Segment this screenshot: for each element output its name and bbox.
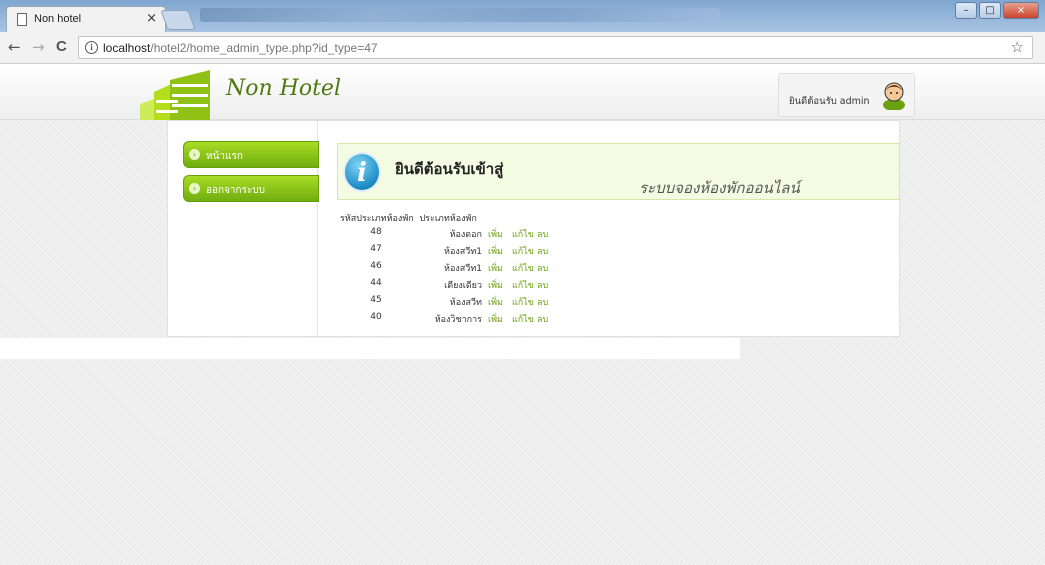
- room-type-name: ห้องวิชาการ: [434, 315, 482, 325]
- url-input[interactable]: i localhost/hotel2/home_admin_type.php?i…: [78, 36, 1033, 59]
- logo-text: Non Hotel: [226, 76, 341, 101]
- browser-tab[interactable]: Non hotel ×: [6, 6, 166, 32]
- browser-tabstrip: Non hotel × – □ ×: [0, 0, 1045, 32]
- address-bar: ← → C i localhost/hotel2/home_admin_type…: [0, 32, 1045, 64]
- room-type-name: ห้องสวีท1: [444, 247, 482, 257]
- bookmark-star-icon[interactable]: ☆: [1011, 38, 1024, 56]
- url-text: localhost/hotel2/home_admin_type.php?id_…: [103, 41, 378, 55]
- close-window-button[interactable]: ×: [1003, 2, 1039, 19]
- main-panel: i ยินดีต้อนรับเข้าสู่ ระบบจองห้องพักออนไ…: [318, 121, 900, 336]
- back-icon[interactable]: ←: [8, 38, 21, 56]
- delete-link[interactable]: ลบ: [537, 278, 548, 292]
- add-link[interactable]: เพิ่ม: [488, 278, 503, 292]
- delete-link[interactable]: ลบ: [537, 244, 548, 258]
- welcome-banner: i ยินดีต้อนรับเข้าสู่ ระบบจองห้องพักออนไ…: [337, 143, 900, 200]
- info-icon[interactable]: i: [85, 41, 98, 54]
- edit-link[interactable]: แก้ไข: [512, 295, 534, 309]
- room-type-id: 47: [370, 244, 382, 254]
- add-link[interactable]: เพิ่ม: [488, 261, 503, 275]
- room-type-name: ห้องสวีท1: [444, 264, 482, 274]
- tab-close-icon[interactable]: ×: [146, 11, 157, 26]
- maximize-button[interactable]: □: [979, 2, 1001, 19]
- add-link[interactable]: เพิ่ม: [488, 227, 503, 241]
- edit-link[interactable]: แก้ไข: [512, 227, 534, 241]
- delete-link[interactable]: ลบ: [537, 312, 548, 326]
- table-header: รหัสประเภทห้องพัก ประเภทห้องพัก: [340, 211, 477, 225]
- avatar: [883, 82, 905, 110]
- sidebar-item-home[interactable]: › หน้าแรก: [183, 141, 319, 168]
- page-background: Non Hotel ยินดีต้อนรับ admin › หน้าแรก ›…: [0, 64, 1045, 565]
- forward-icon[interactable]: →: [32, 38, 45, 56]
- content-container: › หน้าแรก › ออกจากระบบ i ยินดีต้อนรับเข้…: [167, 120, 900, 337]
- table-row: 46 ห้องสวีท1 เพิ่ม แก้ไข ลบ: [340, 261, 640, 277]
- delete-link[interactable]: ลบ: [537, 261, 548, 275]
- banner-subtitle: ระบบจองห้องพักออนไลน์: [639, 179, 800, 197]
- add-link[interactable]: เพิ่ม: [488, 295, 503, 309]
- table-row: 44 เตียงเดียว เพิ่ม แก้ไข ลบ: [340, 278, 640, 294]
- room-type-name: ห้องดอก: [449, 230, 482, 240]
- url-path: /hotel2/home_admin_type.php?id_type=47: [150, 41, 378, 55]
- edit-link[interactable]: แก้ไข: [512, 244, 534, 258]
- room-type-name: ห้องสวีท: [449, 298, 482, 308]
- sidebar-item-logout[interactable]: › ออกจากระบบ: [183, 175, 319, 202]
- tab-title: Non hotel: [34, 13, 82, 25]
- column-header-type: ประเภทห้องพัก: [419, 214, 477, 224]
- room-type-name: เตียงเดียว: [444, 281, 482, 291]
- room-type-id: 40: [370, 312, 382, 322]
- table-row: 48 ห้องดอก เพิ่ม แก้ไข ลบ: [340, 227, 640, 243]
- room-type-id: 45: [370, 295, 382, 305]
- minimize-button[interactable]: –: [955, 2, 977, 19]
- delete-link[interactable]: ลบ: [537, 227, 548, 241]
- edit-link[interactable]: แก้ไข: [512, 312, 534, 326]
- sidebar: › หน้าแรก › ออกจากระบบ: [168, 121, 319, 336]
- info-icon: i: [343, 152, 381, 192]
- info-glyph: i: [357, 158, 367, 188]
- column-header-id: รหัสประเภทห้องพัก: [340, 214, 414, 224]
- sidebar-item-label: หน้าแรก: [206, 151, 243, 162]
- edit-link[interactable]: แก้ไข: [512, 261, 534, 275]
- delete-link[interactable]: ลบ: [537, 295, 548, 309]
- hotel-logo-icon: [140, 70, 210, 120]
- edit-link[interactable]: แก้ไข: [512, 278, 534, 292]
- footer-strip: [0, 338, 740, 359]
- room-type-id: 44: [370, 278, 382, 288]
- banner-title: ยินดีต้อนรับเข้าสู่: [395, 160, 504, 178]
- page-icon: [17, 13, 27, 26]
- table-row: 45 ห้องสวีท เพิ่ม แก้ไข ลบ: [340, 295, 640, 311]
- background-blur: [200, 8, 720, 22]
- room-type-id: 48: [370, 227, 382, 237]
- sidebar-item-label: ออกจากระบบ: [206, 185, 266, 196]
- user-welcome-box: ยินดีต้อนรับ admin: [778, 73, 915, 117]
- url-host: localhost: [103, 41, 151, 55]
- table-row: 40 ห้องวิชาการ เพิ่ม แก้ไข ลบ: [340, 312, 640, 328]
- table-row: 47 ห้องสวีท1 เพิ่ม แก้ไข ลบ: [340, 244, 640, 260]
- arrow-bullet-icon: ›: [189, 183, 200, 194]
- arrow-bullet-icon: ›: [189, 149, 200, 160]
- add-link[interactable]: เพิ่ม: [488, 312, 503, 326]
- window-controls: – □ ×: [955, 2, 1039, 19]
- add-link[interactable]: เพิ่ม: [488, 244, 503, 258]
- site-header: Non Hotel ยินดีต้อนรับ admin: [0, 64, 1045, 120]
- welcome-text: ยินดีต้อนรับ admin: [789, 96, 870, 107]
- reload-icon[interactable]: C: [56, 38, 67, 55]
- room-type-id: 46: [370, 261, 382, 271]
- new-tab-button[interactable]: [160, 10, 196, 30]
